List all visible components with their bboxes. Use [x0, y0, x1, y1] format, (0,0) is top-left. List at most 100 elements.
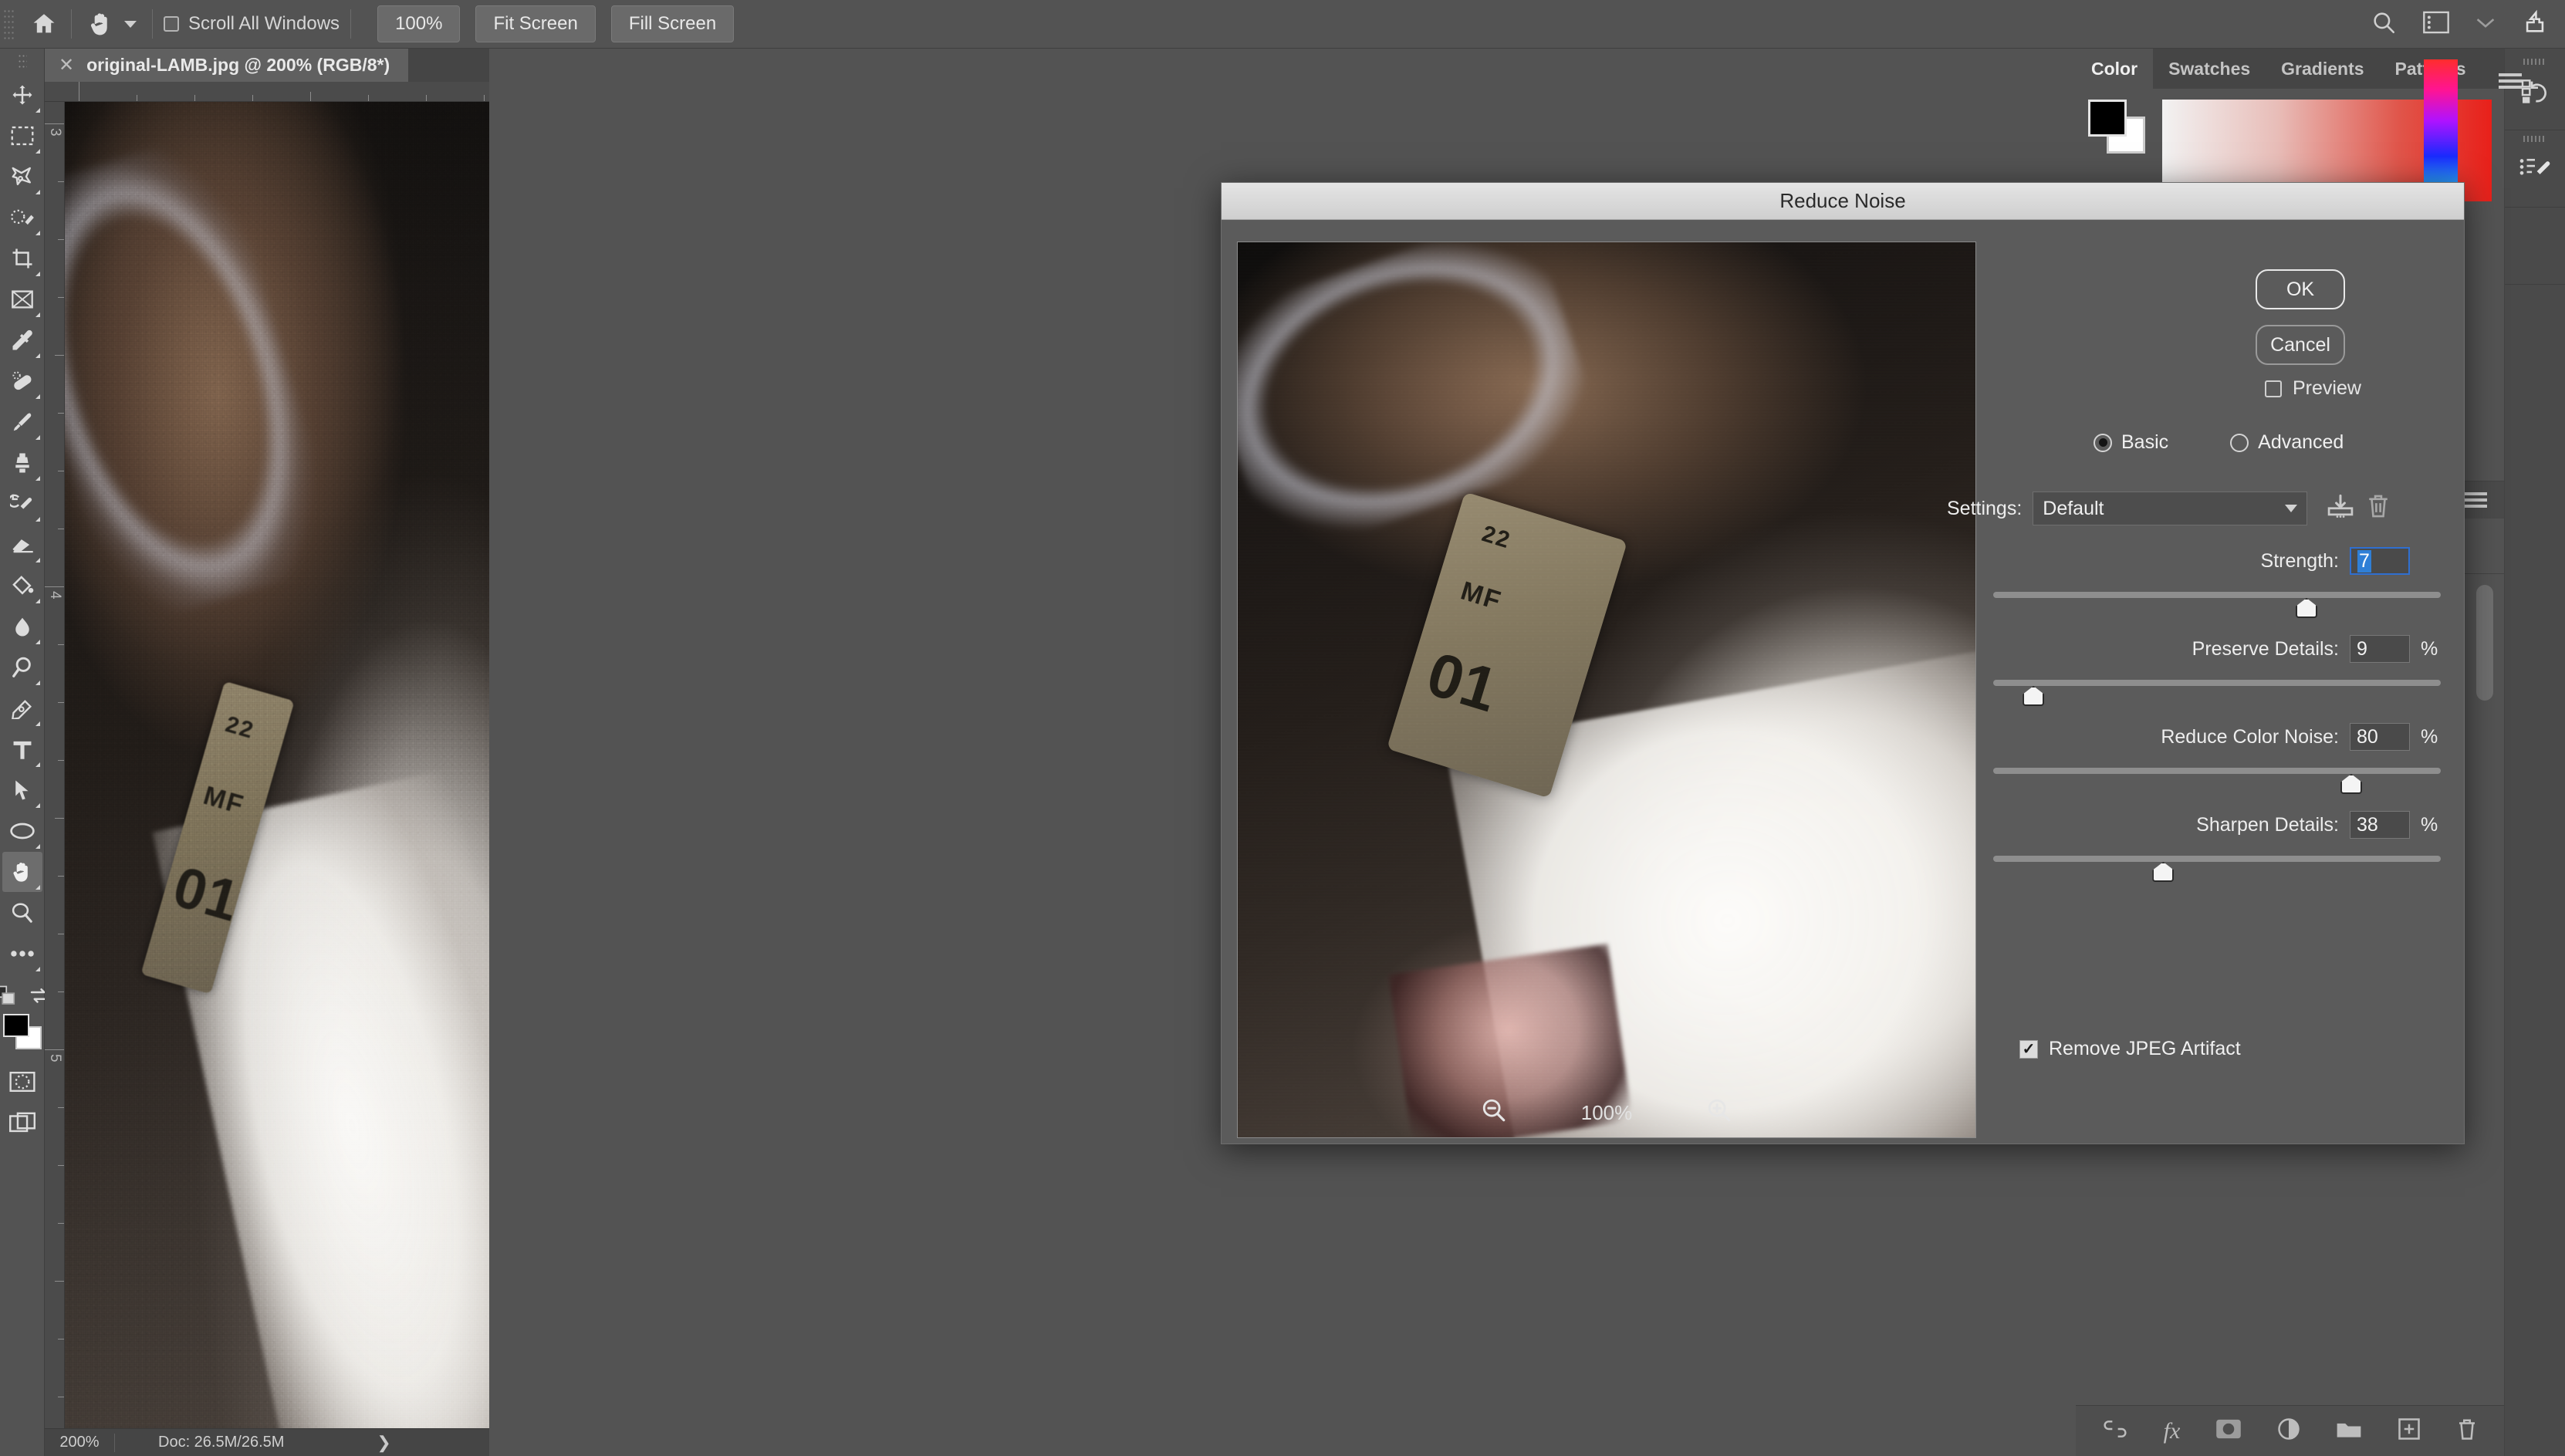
edit-toolbar-button[interactable]	[2, 934, 42, 974]
layers-scrollbar[interactable]	[2476, 585, 2493, 701]
strength-slider-knob[interactable]	[2296, 598, 2317, 618]
reduce-color-noise-input[interactable]: 80	[2350, 723, 2410, 751]
tool-more-indicator[interactable]	[35, 681, 40, 685]
type-tool[interactable]	[2, 729, 42, 769]
object-select-tool[interactable]	[2, 198, 42, 238]
preview-checkbox[interactable]: Preview	[2265, 377, 2361, 400]
tool-more-indicator[interactable]	[35, 435, 40, 440]
eyedropper-tool[interactable]	[2, 320, 42, 360]
tool-more-indicator[interactable]	[35, 272, 40, 276]
panel-menu-icon[interactable]	[2464, 492, 2487, 508]
preserve-details-slider-track[interactable]	[1993, 680, 2441, 706]
reduce-color-noise-slider-track[interactable]	[1993, 768, 2441, 794]
tool-more-indicator[interactable]	[35, 599, 40, 603]
paint-bucket-tool[interactable]	[2, 566, 42, 606]
tool-more-indicator[interactable]	[35, 803, 40, 808]
strength-slider-track[interactable]	[1993, 592, 2441, 618]
tool-more-indicator[interactable]	[35, 190, 40, 194]
frame-tool[interactable]	[2, 279, 42, 319]
path-selection-tool[interactable]	[2, 770, 42, 810]
new-group-icon[interactable]	[2336, 1419, 2362, 1443]
trash-icon[interactable]	[2366, 493, 2391, 525]
checkbox-box[interactable]	[164, 16, 179, 32]
tab-color[interactable]: Color	[2076, 49, 2154, 89]
tool-more-indicator[interactable]	[35, 353, 40, 358]
save-preset-icon[interactable]	[2326, 493, 2355, 525]
foreground-color-swatch[interactable]	[2, 1014, 29, 1037]
eraser-tool[interactable]	[2, 525, 42, 565]
sharpen-details-input[interactable]: 38	[2350, 811, 2410, 839]
tool-more-indicator[interactable]	[35, 558, 40, 562]
panel-grip[interactable]	[2523, 136, 2546, 142]
blur-tool[interactable]	[2, 606, 42, 647]
delete-layer-icon[interactable]	[2456, 1417, 2478, 1444]
link-layers-icon[interactable]	[2102, 1421, 2128, 1441]
chevron-right-icon[interactable]: ❯	[377, 1433, 390, 1453]
preserve-details-slider-knob[interactable]	[2023, 686, 2045, 706]
chevron-down-icon[interactable]	[124, 20, 137, 28]
fit-screen-button[interactable]: Fit Screen	[475, 5, 596, 42]
color-swatches[interactable]	[2, 1014, 42, 1052]
clone-stamp-tool[interactable]	[2, 443, 42, 483]
ok-button[interactable]: OK	[2256, 269, 2345, 309]
dialog-preview-image[interactable]: 22 MF 01	[1237, 242, 1976, 1138]
tool-more-indicator[interactable]	[35, 967, 40, 971]
zoom-100-button[interactable]: 100%	[377, 5, 461, 42]
lasso-tool[interactable]	[2, 157, 42, 197]
fill-screen-button[interactable]: Fill Screen	[610, 5, 735, 42]
ellipse-shape-tool[interactable]	[2, 811, 42, 851]
dodge-tool[interactable]	[2, 647, 42, 687]
add-layer-mask-icon[interactable]	[2215, 1418, 2242, 1444]
status-zoom-level[interactable]: 200%	[45, 1434, 114, 1451]
zoom-out-icon[interactable]	[1481, 1097, 1507, 1129]
crop-tool[interactable]	[2, 238, 42, 279]
tools-panel-grip[interactable]	[17, 53, 27, 70]
history-panel-icon[interactable]	[2505, 53, 2565, 130]
history-brush-tool[interactable]	[2, 484, 42, 524]
remove-jpeg-artifact-checkbox[interactable]: ✓ Remove JPEG Artifact	[2019, 1038, 2241, 1060]
screen-mode-icon[interactable]	[2, 1103, 42, 1143]
tool-more-indicator[interactable]	[35, 640, 40, 644]
radio-basic[interactable]: Basic	[2094, 431, 2168, 454]
radio-circle[interactable]	[2230, 433, 2249, 452]
checkbox-box[interactable]	[2265, 380, 2282, 397]
brush-tool[interactable]	[2, 402, 42, 442]
active-tool-chip[interactable]	[83, 10, 141, 38]
zoom-tool[interactable]	[2, 893, 42, 933]
marquee-tool[interactable]	[2, 116, 42, 156]
default-colors-icon[interactable]	[0, 985, 17, 1011]
adjustment-layer-icon[interactable]	[2277, 1417, 2300, 1444]
radio-circle[interactable]	[2094, 433, 2112, 452]
options-bar-grip[interactable]	[3, 8, 14, 39]
tool-more-indicator[interactable]	[35, 844, 40, 849]
tool-more-indicator[interactable]	[35, 476, 40, 481]
search-icon[interactable]	[2371, 9, 2397, 39]
pen-tool[interactable]	[2, 688, 42, 728]
chevron-down-icon[interactable]	[2285, 505, 2298, 512]
sharpen-details-slider-track[interactable]	[1993, 856, 2441, 882]
canvas-image[interactable]: 22 MF 01	[65, 102, 489, 1428]
tool-more-indicator[interactable]	[35, 885, 40, 890]
cancel-button[interactable]: Cancel	[2256, 325, 2345, 365]
home-icon[interactable]	[28, 8, 60, 40]
checkbox-box[interactable]: ✓	[2019, 1039, 2038, 1059]
strength-input[interactable]: 7	[2350, 547, 2410, 575]
new-layer-icon[interactable]	[2398, 1417, 2421, 1444]
tool-more-indicator[interactable]	[35, 721, 40, 726]
tool-more-indicator[interactable]	[35, 149, 40, 154]
tool-more-indicator[interactable]	[35, 762, 40, 767]
radio-advanced[interactable]: Advanced	[2230, 431, 2344, 454]
tool-more-indicator[interactable]	[35, 231, 40, 235]
scroll-all-windows-checkbox[interactable]: Scroll All Windows	[164, 13, 340, 35]
settings-select[interactable]: Default	[2033, 492, 2308, 525]
layer-style-fx-icon[interactable]: fx	[2164, 1418, 2181, 1444]
tab-swatches[interactable]: Swatches	[2153, 49, 2266, 89]
tool-more-indicator[interactable]	[35, 517, 40, 522]
healing-brush-tool[interactable]	[2, 361, 42, 401]
tool-more-indicator[interactable]	[35, 108, 40, 113]
preserve-details-input[interactable]: 9	[2350, 635, 2410, 663]
zoom-in-icon[interactable]	[1706, 1097, 1732, 1129]
tool-more-indicator[interactable]	[35, 312, 40, 317]
hand-tool[interactable]	[2, 852, 42, 892]
chevron-down-icon[interactable]	[2475, 15, 2496, 33]
